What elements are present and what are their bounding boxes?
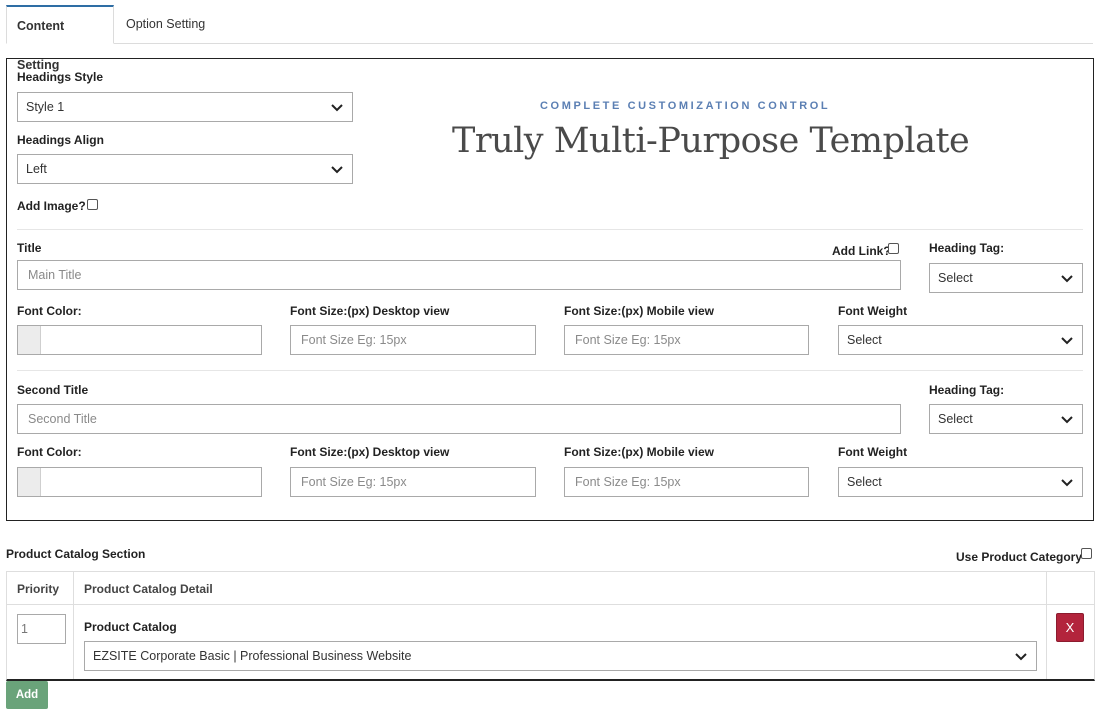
font-weight-select[interactable]: Select	[838, 325, 1083, 355]
divider	[17, 370, 1083, 371]
add-row-button[interactable]: Add	[6, 681, 48, 709]
chevron-down-icon	[1061, 275, 1073, 283]
font-size-desktop-label: Font Size:(px) Desktop view	[290, 304, 450, 318]
font-color-picker[interactable]	[17, 325, 262, 355]
headings-style-select[interactable]: Style 1	[17, 92, 353, 122]
product-catalog-section-label: Product Catalog Section	[6, 547, 146, 561]
add-link-checkbox[interactable]	[888, 243, 899, 254]
product-catalog-label: Product Catalog	[84, 620, 177, 634]
color-swatch[interactable]	[18, 326, 41, 354]
second-heading-tag-value: Select	[938, 412, 973, 426]
use-product-category-label: Use Product Category	[956, 550, 1083, 564]
tab-content-setting[interactable]: Content Setting	[6, 5, 114, 72]
headings-align-select[interactable]: Left	[17, 154, 353, 184]
column-divider	[1046, 572, 1047, 679]
column-divider	[73, 572, 74, 679]
second-title-input[interactable]: Second Title	[17, 404, 901, 434]
tab-option-setting[interactable]: Option Setting	[116, 5, 215, 44]
font-weight-value: Select	[847, 333, 882, 347]
second-font-color-label: Font Color:	[17, 445, 82, 459]
headings-style-value: Style 1	[26, 100, 65, 114]
chevron-down-icon	[331, 166, 343, 174]
headings-align-label: Headings Align	[17, 133, 104, 147]
column-header-priority: Priority	[17, 582, 60, 596]
product-catalog-table: Priority Product Catalog Detail 1 Produc…	[6, 571, 1095, 681]
add-image-checkbox[interactable]	[87, 199, 98, 210]
second-heading-tag-label: Heading Tag:	[929, 383, 1005, 397]
second-font-size-desktop-label: Font Size:(px) Desktop view	[290, 445, 450, 459]
second-font-weight-label: Font Weight	[838, 445, 908, 459]
heading-tag-value: Select	[938, 271, 973, 285]
font-size-mobile-label: Font Size:(px) Mobile view	[564, 304, 715, 318]
chevron-down-icon	[1061, 479, 1073, 487]
second-font-size-desktop-input[interactable]: Font Size Eg: 15px	[290, 467, 536, 497]
preview-tagline: COMPLETE CUSTOMIZATION CONTROL	[540, 100, 831, 112]
headings-style-label: Headings Style	[17, 70, 104, 84]
use-product-category-checkbox[interactable]	[1081, 548, 1092, 559]
remove-row-button[interactable]: X	[1056, 613, 1084, 642]
font-color-label: Font Color:	[17, 304, 82, 318]
second-font-size-mobile-label: Font Size:(px) Mobile view	[564, 445, 715, 459]
second-font-color-picker[interactable]	[17, 467, 262, 497]
column-header-detail: Product Catalog Detail	[84, 582, 213, 596]
priority-input[interactable]: 1	[17, 614, 66, 644]
heading-tag-select[interactable]: Select	[929, 263, 1083, 293]
color-swatch[interactable]	[18, 468, 41, 496]
add-image-label: Add Image?	[17, 199, 86, 213]
chevron-down-icon	[331, 104, 343, 112]
tab-bar: Content Setting Option Setting	[6, 5, 1093, 72]
divider	[17, 229, 1083, 230]
second-font-weight-select[interactable]: Select	[838, 467, 1083, 497]
chevron-down-icon	[1061, 337, 1073, 345]
font-size-mobile-input[interactable]: Font Size Eg: 15px	[564, 325, 809, 355]
second-font-weight-value: Select	[847, 475, 882, 489]
chevron-down-icon	[1015, 653, 1027, 661]
chevron-down-icon	[1061, 416, 1073, 424]
second-title-label: Second Title	[17, 383, 89, 397]
second-heading-tag-select[interactable]: Select	[929, 404, 1083, 434]
headings-align-value: Left	[26, 162, 47, 176]
second-font-size-mobile-input[interactable]: Font Size Eg: 15px	[564, 467, 809, 497]
heading-tag-label: Heading Tag:	[929, 241, 1005, 255]
title-label: Title	[17, 241, 42, 255]
product-catalog-select[interactable]: EZSITE Corporate Basic | Professional Bu…	[84, 641, 1037, 671]
product-catalog-value: EZSITE Corporate Basic | Professional Bu…	[93, 649, 412, 663]
font-size-desktop-input[interactable]: Font Size Eg: 15px	[290, 325, 536, 355]
font-weight-label: Font Weight	[838, 304, 908, 318]
main-title-input[interactable]: Main Title	[17, 260, 901, 290]
content-setting-panel: Headings Style Style 1 Headings Align Le…	[6, 58, 1094, 521]
add-link-label: Add Link?	[832, 244, 891, 258]
preview-headline: Truly Multi-Purpose Template	[452, 121, 970, 161]
